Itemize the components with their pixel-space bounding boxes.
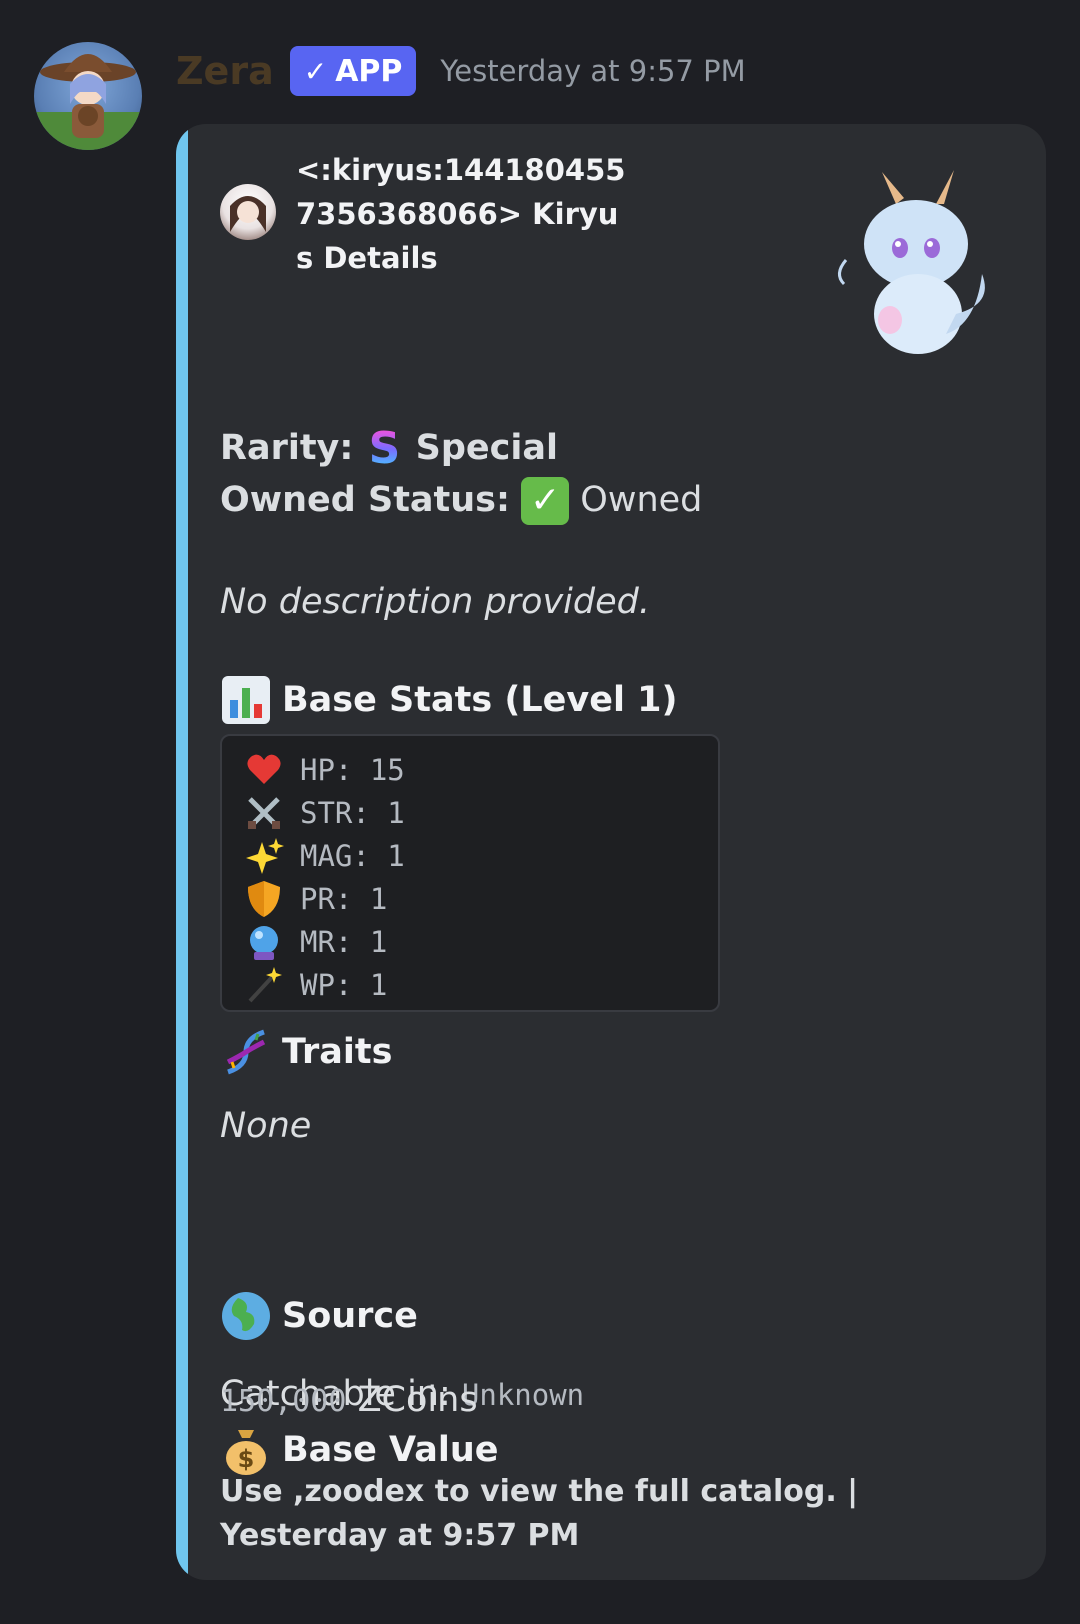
stat-row: PR: 1 [244,877,718,920]
author-name[interactable]: Zera [176,49,274,93]
dna-icon [226,1029,266,1075]
stats-heading: Base Stats (Level 1) [220,674,677,726]
owned-value: Owned [580,480,703,520]
stat-text: MAG: 1 [300,838,405,873]
base-value-text: 150,000 ZCoins [220,1380,478,1420]
stat-row: MR: 1 [244,920,718,963]
embed-author-icon [220,184,276,240]
stat-row: MAG: 1 [244,834,718,877]
shield-icon [248,880,280,917]
author-avatar[interactable] [34,42,142,150]
heart-icon [247,754,281,784]
money-bag-icon: $ [226,1430,266,1475]
dragon-image [838,170,985,354]
rarity-line: Rarity: S Special [220,422,702,474]
owned-line: Owned Status: ✓ Owned [220,474,702,526]
svg-text:$: $ [238,1445,255,1473]
embed-card: <:kiryus:1441804557356368066> Kiryus Det… [176,124,1046,1580]
rarity-block: Rarity: S Special Owned Status: ✓ Owned [220,422,702,526]
stat-text: HP: 15 [300,752,405,787]
value-heading: $ Base Value [220,1424,499,1476]
verified-check-icon: ✓ [303,54,328,88]
sparkles-icon [246,837,284,874]
base-value-amount: 150,000 [220,1384,347,1419]
description: No description provided. [220,582,650,622]
stat-text: MR: 1 [300,924,388,959]
rarity-label: Rarity: [220,428,354,468]
app-badge-label: APP [335,53,403,89]
source-heading: Source [220,1290,418,1342]
stat-text: WP: 1 [300,967,388,1002]
traits-heading: Traits [220,1026,392,1078]
embed-footer: Use ,zoodex to view the full catalog. | … [220,1474,859,1553]
traits-heading-label: Traits [282,1032,393,1072]
stat-row: STR: 1 [244,791,718,834]
crossed-swords-icon [248,796,280,829]
base-value-currency: ZCoins [357,1380,478,1420]
embed-title: <:kiryus:1441804557356368066> Kiryus Det… [296,153,626,275]
stats-heading-label: Base Stats (Level 1) [282,680,678,720]
message-timestamp[interactable]: Yesterday at 9:57 PM [440,54,745,88]
avatar-image [34,54,142,150]
source-heading-label: Source [282,1296,418,1336]
crystal-ball-icon [250,925,278,960]
stat-text: STR: 1 [300,795,405,830]
message-header: Zera ✓ APP Yesterday at 9:57 PM [176,46,746,96]
magic-wand-icon [248,966,282,1002]
globe-icon [222,1292,270,1340]
traits-value: None [220,1106,312,1146]
embed-accent-bar [176,124,188,1580]
stat-row: HP: 15 [244,748,718,791]
owned-label: Owned Status: [220,480,511,520]
bar-chart-icon [222,676,270,724]
check-mark-icon: ✓ [521,477,570,525]
special-rarity-icon: S [365,427,405,471]
stat-text: PR: 1 [300,881,388,916]
catchable-value: Unknown [461,1378,585,1412]
rarity-value: Special [415,428,559,468]
app-badge: ✓ APP [289,46,417,96]
stats-code-block: HP: 15 STR: 1 MAG: 1 PR: 1 MR: 1 WP: 1 [220,734,720,1012]
stat-row: WP: 1 [244,963,718,1006]
creature-thumbnail[interactable] [826,164,996,364]
value-heading-label: Base Value [282,1430,499,1470]
